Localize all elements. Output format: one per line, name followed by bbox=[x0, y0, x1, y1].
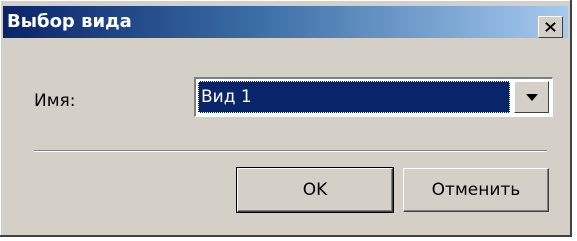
close-icon bbox=[545, 22, 556, 32]
dropdown-button[interactable] bbox=[514, 81, 549, 113]
dialog-title: Выбор вида bbox=[7, 11, 132, 32]
cancel-button[interactable]: Отменить bbox=[403, 168, 549, 212]
chevron-down-icon bbox=[525, 93, 538, 101]
close-button[interactable] bbox=[538, 16, 563, 38]
name-label: Имя: bbox=[34, 91, 76, 111]
view-name-value[interactable]: Вид 1 bbox=[198, 81, 510, 113]
view-name-combobox[interactable]: Вид 1 bbox=[194, 77, 553, 117]
dialog-window: Выбор вида Имя: Вид 1 OK Отменить bbox=[0, 0, 572, 237]
title-bar[interactable]: Выбор вида bbox=[3, 6, 568, 38]
separator-line bbox=[34, 150, 547, 152]
ok-button[interactable]: OK bbox=[236, 167, 394, 213]
